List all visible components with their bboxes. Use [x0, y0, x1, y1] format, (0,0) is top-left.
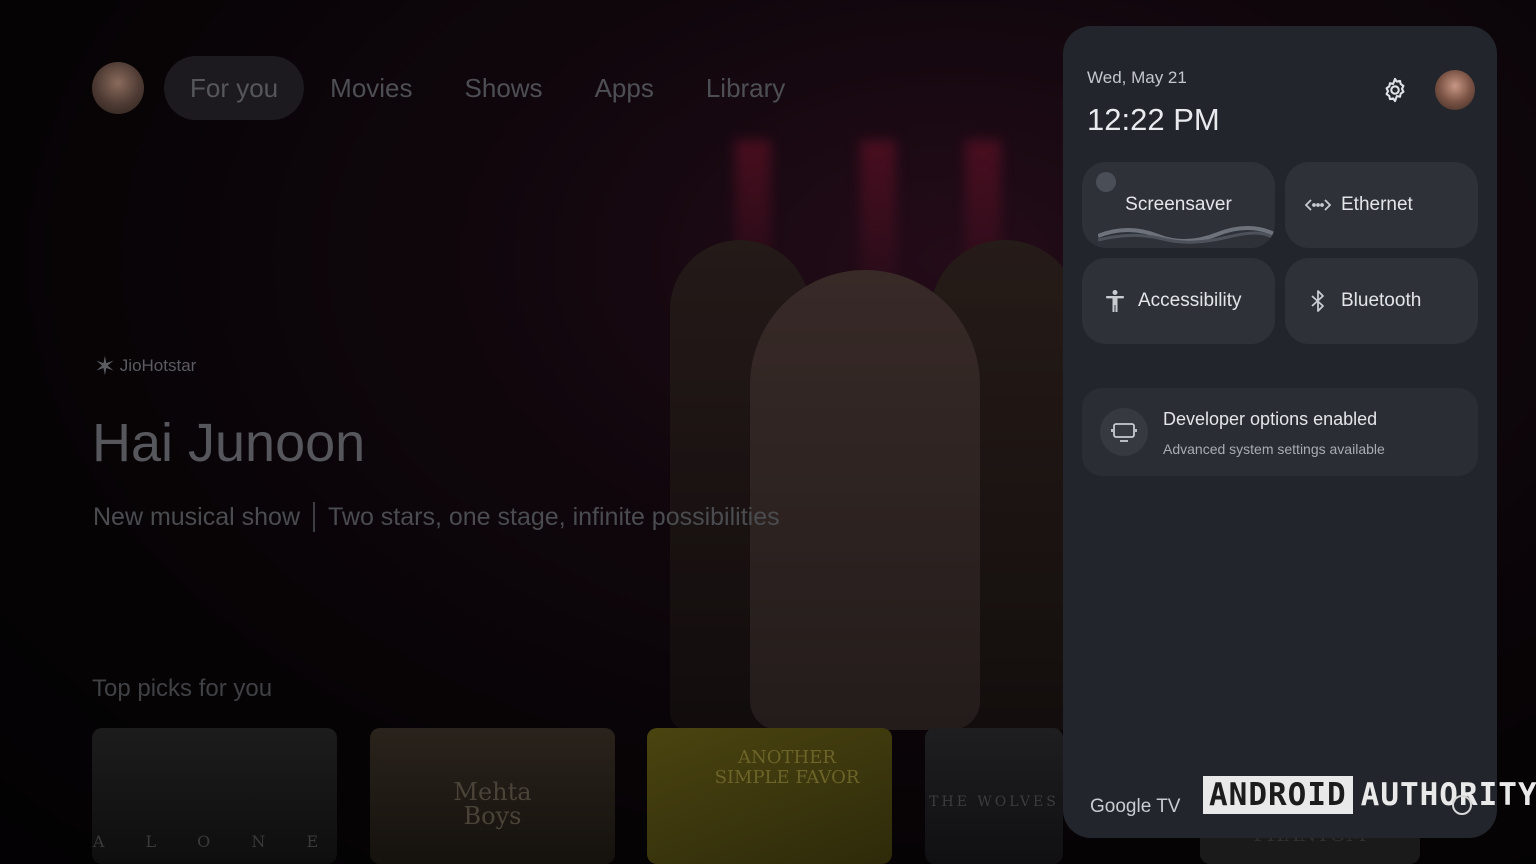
ethernet-icon	[1305, 192, 1331, 218]
content-card[interactable]: A L O N E	[92, 728, 337, 864]
accessibility-tile[interactable]: Accessibility	[1082, 258, 1275, 344]
panel-time: 12:22 PM	[1087, 102, 1220, 137]
watermark-logo: ANDROID AUTHORITY	[1203, 776, 1536, 814]
top-navigation: For you Movies Shows Apps Library	[92, 56, 811, 120]
profile-avatar[interactable]	[92, 62, 144, 114]
panel-date: Wed, May 21	[1087, 68, 1187, 87]
hero-genre: New musical show	[93, 502, 301, 531]
provider-name: JioHotstar	[119, 356, 197, 375]
gear-icon[interactable]	[1381, 76, 1409, 104]
accessibility-icon	[1102, 288, 1128, 314]
account-avatar[interactable]	[1435, 70, 1475, 110]
row-title: Top picks for you	[92, 675, 273, 702]
ethernet-label: Ethernet	[1341, 194, 1413, 215]
tab-shows[interactable]: Shows	[439, 56, 569, 120]
developer-title: Developer options enabled	[1163, 409, 1378, 429]
content-card[interactable]: ANOTHER SIMPLE FAVOR	[647, 728, 892, 864]
screensaver-label: Screensaver	[1125, 194, 1232, 215]
screensaver-tile[interactable]: Screensaver	[1082, 162, 1275, 248]
wave-decoration	[1098, 226, 1274, 244]
provider-logo: ✶ JioHotstar	[94, 351, 197, 381]
bluetooth-icon	[1305, 288, 1331, 314]
bluetooth-label: Bluetooth	[1341, 290, 1422, 311]
accessibility-label: Accessibility	[1138, 290, 1242, 311]
tab-movies[interactable]: Movies	[304, 56, 438, 120]
tab-apps[interactable]: Apps	[569, 56, 680, 120]
hero-subtitle: New musical show Two stars, one stage, i…	[93, 502, 780, 532]
tab-for-you[interactable]: For you	[164, 56, 305, 120]
watermark-right: AUTHORITY	[1360, 777, 1536, 813]
ethernet-tile[interactable]: Ethernet	[1285, 162, 1478, 248]
developer-icon	[1100, 408, 1148, 456]
hero-title: Hai Junoon	[92, 413, 366, 473]
watermark-badge-icon	[1452, 795, 1472, 815]
google-tv-brand: Google TV	[1090, 796, 1181, 817]
quick-settings-panel: Wed, May 21 12:22 PM Screensaver Etherne…	[1063, 26, 1497, 838]
star-icon: ✶	[94, 351, 116, 381]
developer-subtitle: Advanced system settings available	[1163, 441, 1385, 457]
bluetooth-tile[interactable]: Bluetooth	[1285, 258, 1478, 344]
screensaver-indicator-icon	[1096, 172, 1116, 192]
content-card[interactable]: Mehta Boys	[370, 728, 615, 864]
developer-options-card[interactable]: Developer options enabled Advanced syste…	[1082, 388, 1478, 476]
card-title: ANOTHER SIMPLE FAVOR	[714, 747, 860, 788]
separator	[313, 502, 316, 532]
card-title: Mehta Boys	[453, 778, 532, 830]
card-title: THE WOLVES	[929, 794, 1059, 810]
tab-library[interactable]: Library	[680, 56, 811, 120]
hero-tagline: Two stars, one stage, infinite possibili…	[328, 502, 780, 531]
card-title: A L O N E	[92, 832, 337, 851]
watermark-left: ANDROID	[1203, 776, 1353, 814]
content-card[interactable]: THE WOLVES	[925, 728, 1063, 864]
